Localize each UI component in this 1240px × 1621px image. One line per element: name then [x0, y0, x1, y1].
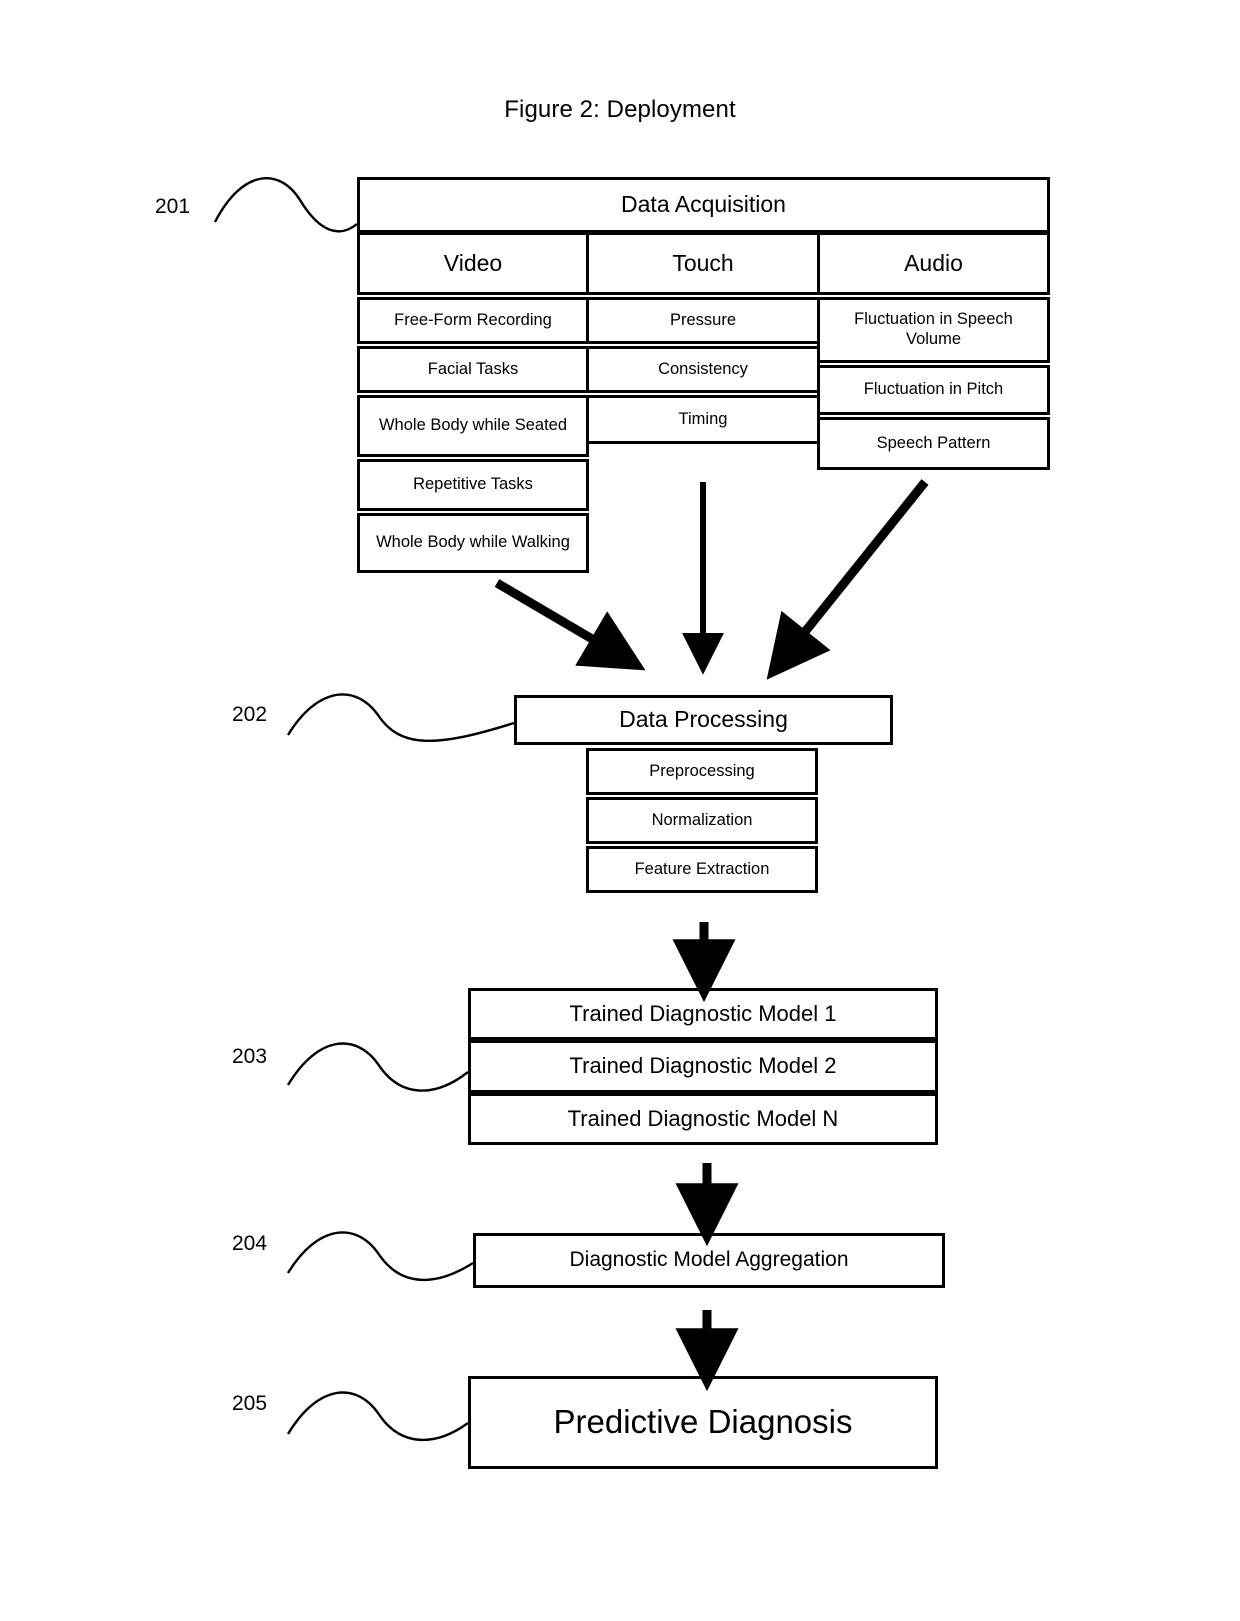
- figure-title: Figure 2: Deployment: [504, 96, 736, 123]
- column-header-video: Video: [357, 232, 589, 295]
- touch-item-pressure: Pressure: [586, 297, 820, 344]
- column-header-video-label: Video: [443, 249, 503, 276]
- video-item-label: Whole Body while Seated: [378, 416, 568, 435]
- audio-item-pitch: Fluctuation in Pitch: [817, 365, 1050, 415]
- leader-line-201: [213, 177, 358, 233]
- leader-line-204: [286, 1231, 474, 1282]
- audio-item-speech-pattern: Speech Pattern: [817, 417, 1050, 470]
- column-header-audio-label: Audio: [904, 249, 963, 276]
- figure-canvas: Figure 2: Deployment 201 Data Acquisitio…: [0, 0, 1240, 1621]
- processing-step-normalization: Normalization: [586, 797, 818, 844]
- data-processing-header: Data Processing: [514, 695, 893, 745]
- processing-step-label: Feature Extraction: [634, 859, 770, 878]
- trained-model-label: Trained Diagnostic Model 1: [569, 1000, 837, 1026]
- video-item-whole-body-seated: Whole Body while Seated: [357, 395, 589, 457]
- video-item-free-form-recording: Free-Form Recording: [357, 297, 589, 344]
- touch-item-label: Timing: [678, 409, 728, 428]
- audio-item-label: Fluctuation in Pitch: [863, 380, 1004, 399]
- reference-numeral-203: 203: [232, 1045, 268, 1068]
- video-item-label: Repetitive Tasks: [413, 475, 533, 494]
- processing-step-label: Preprocessing: [649, 761, 755, 780]
- leader-line-205: [286, 1391, 469, 1442]
- processing-step-preprocessing: Preprocessing: [586, 748, 818, 795]
- predictive-diagnosis: Predictive Diagnosis: [468, 1376, 938, 1469]
- diagnostic-model-aggregation: Diagnostic Model Aggregation: [473, 1233, 945, 1288]
- video-item-whole-body-walking: Whole Body while Walking: [357, 513, 589, 573]
- column-header-touch-label: Touch: [672, 249, 734, 276]
- arrow-audio-to-processing: [766, 479, 929, 680]
- audio-item-label: Speech Pattern: [876, 433, 991, 452]
- data-acquisition-header: Data Acquisition: [357, 177, 1050, 233]
- touch-item-consistency: Consistency: [586, 346, 820, 393]
- reference-numeral-205: 205: [232, 1392, 268, 1415]
- audio-item-speech-volume: Fluctuation in Speech Volume: [817, 297, 1050, 363]
- trained-model-label: Trained Diagnostic Model N: [567, 1105, 839, 1131]
- trained-model-label: Trained Diagnostic Model 2: [569, 1053, 837, 1079]
- reference-numeral-201: 201: [155, 195, 191, 218]
- video-item-repetitive-tasks: Repetitive Tasks: [357, 459, 589, 511]
- predictive-diagnosis-label: Predictive Diagnosis: [553, 1403, 853, 1441]
- video-item-label: Free-Form Recording: [394, 310, 552, 329]
- trained-model-n: Trained Diagnostic Model N: [468, 1093, 938, 1145]
- touch-item-label: Consistency: [658, 359, 748, 378]
- video-item-facial-tasks: Facial Tasks: [357, 346, 589, 393]
- touch-item-timing: Timing: [586, 395, 820, 444]
- video-item-label: Facial Tasks: [427, 359, 519, 378]
- leader-line-202: [286, 693, 515, 743]
- diagnostic-model-aggregation-label: Diagnostic Model Aggregation: [569, 1248, 849, 1272]
- trained-model-2: Trained Diagnostic Model 2: [468, 1040, 938, 1093]
- trained-model-1: Trained Diagnostic Model 1: [468, 988, 938, 1040]
- processing-step-feature-extraction: Feature Extraction: [586, 846, 818, 893]
- arrow-video-to-processing: [494, 579, 646, 671]
- column-header-touch: Touch: [586, 232, 820, 295]
- data-processing-header-label: Data Processing: [619, 706, 788, 733]
- processing-step-label: Normalization: [651, 810, 753, 829]
- reference-numeral-204: 204: [232, 1232, 268, 1255]
- audio-item-label: Fluctuation in Speech Volume: [854, 310, 1013, 348]
- touch-item-label: Pressure: [669, 310, 737, 329]
- leader-line-203: [286, 1042, 469, 1092]
- reference-numeral-202: 202: [232, 703, 268, 726]
- data-acquisition-header-label: Data Acquisition: [621, 191, 786, 218]
- column-header-audio: Audio: [817, 232, 1050, 295]
- video-item-label: Whole Body while Walking: [376, 533, 570, 552]
